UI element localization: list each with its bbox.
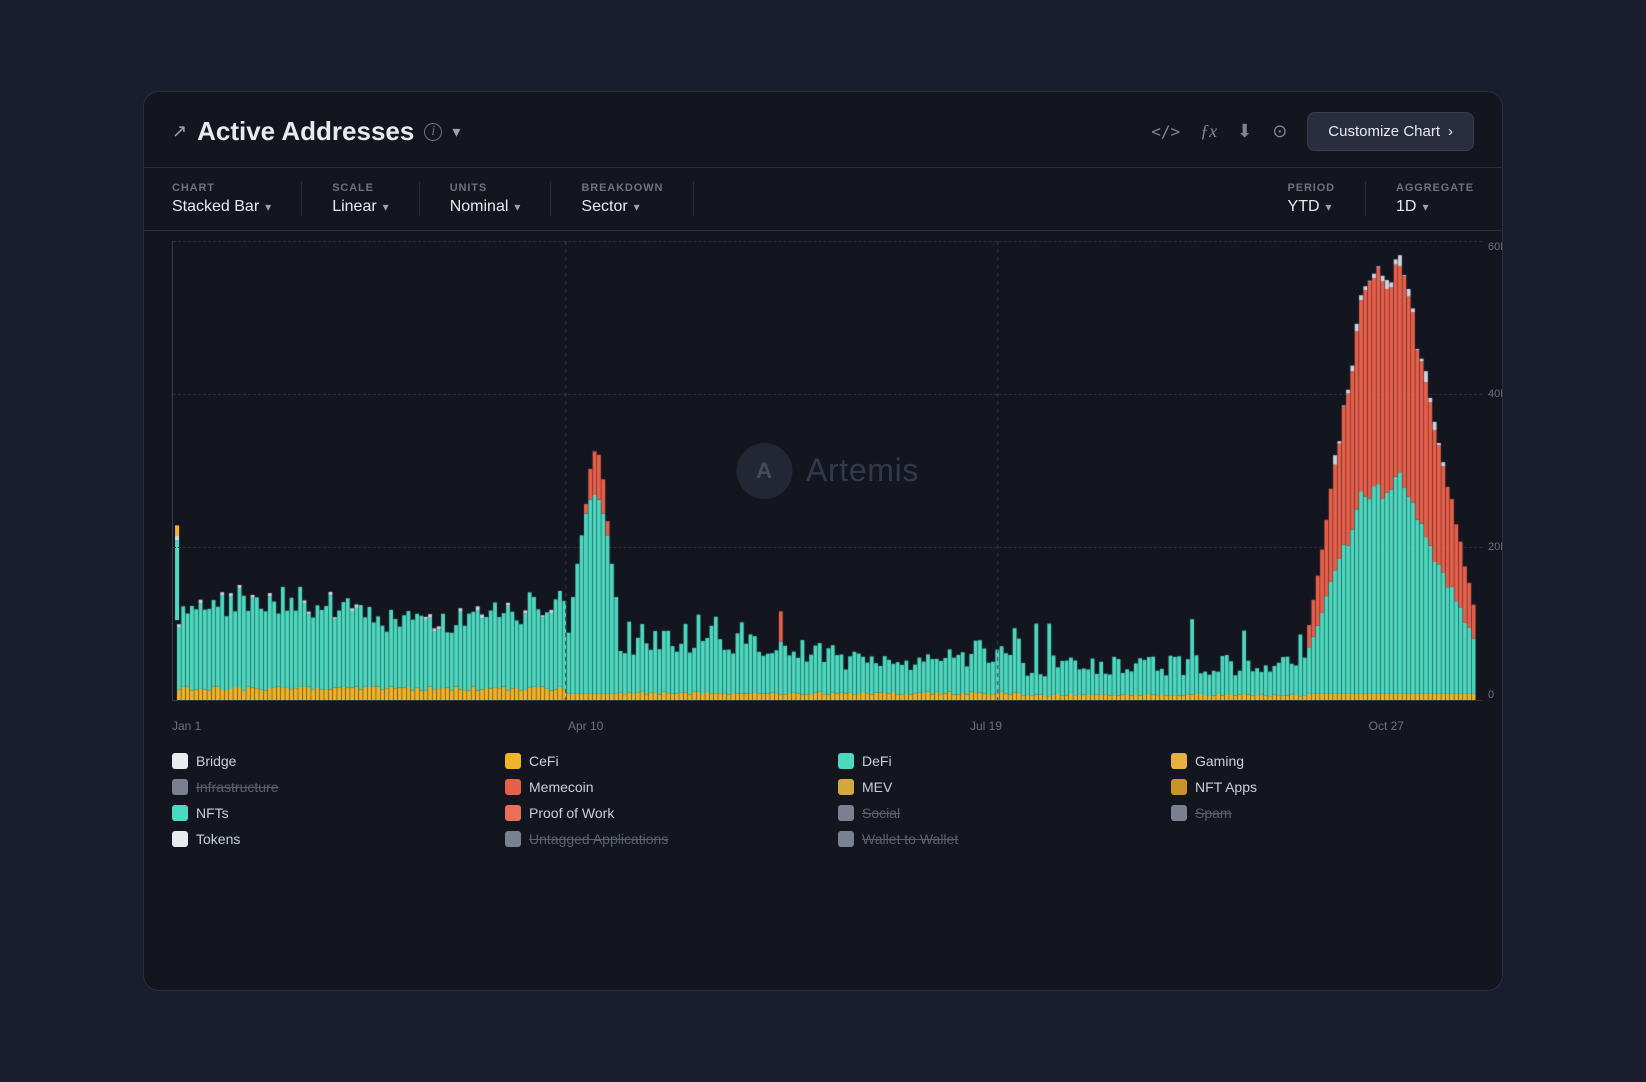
legend-label: Gaming (1195, 753, 1244, 769)
legend-label: CeFi (529, 753, 559, 769)
legend-swatch (1171, 779, 1187, 795)
legend-item: Proof of Work (505, 805, 808, 821)
aggregate-value[interactable]: 1D ▾ (1396, 198, 1474, 216)
aggregate-caret-icon: ▾ (1422, 200, 1428, 214)
legend-swatch (505, 805, 521, 821)
legend-swatch (838, 805, 854, 821)
chart-area: A Artemis 60K 40K 20K 0 (172, 241, 1482, 701)
scale-caret-icon: ▾ (383, 200, 389, 214)
legend-label: DeFi (862, 753, 892, 769)
legend-item: Infrastructure (172, 779, 475, 795)
legend-label: Social (862, 805, 900, 821)
period-value[interactable]: YTD ▾ (1288, 198, 1335, 216)
legend-item: MEV (838, 779, 1141, 795)
y-label-40k: 40K (1482, 388, 1503, 400)
legend-item: Spam (1171, 805, 1474, 821)
chart-type-icon: ↗ (172, 121, 187, 142)
legend-swatch (1171, 805, 1187, 821)
y-label-60k: 60K (1482, 241, 1503, 253)
x-label-jan: Jan 1 (172, 719, 201, 733)
download-icon[interactable]: ⬇ (1237, 121, 1252, 142)
breakdown-label: BREAKDOWN (581, 182, 663, 194)
chart-canvas (173, 241, 1482, 700)
legend-swatch (838, 779, 854, 795)
legend-item: Wallet to Wallet (838, 831, 1141, 847)
header: ↗ Active Addresses i ▾ </> ƒx ⬇ ⊙ Custom… (144, 92, 1502, 168)
legend-label: Infrastructure (196, 779, 278, 795)
y-label-20k: 20K (1482, 541, 1503, 553)
chart-card: ↗ Active Addresses i ▾ </> ƒx ⬇ ⊙ Custom… (143, 91, 1503, 991)
legend-label: NFTs (196, 805, 229, 821)
legend-item: Memecoin (505, 779, 808, 795)
period-label: PERIOD (1288, 182, 1335, 194)
chart-caret-icon: ▾ (265, 200, 271, 214)
code-icon[interactable]: </> (1151, 122, 1180, 141)
chart-label: CHART (172, 182, 271, 194)
legend-item: DeFi (838, 753, 1141, 769)
controls-bar: CHART Stacked Bar ▾ SCALE Linear ▾ UNITS… (144, 168, 1502, 231)
period-control: PERIOD YTD ▾ (1288, 182, 1366, 216)
legend-swatch (172, 753, 188, 769)
legend-item: NFT Apps (1171, 779, 1474, 795)
legend-item: Social (838, 805, 1141, 821)
chart-control: CHART Stacked Bar ▾ (172, 182, 302, 216)
grid-line-0 (173, 700, 1482, 701)
formula-icon[interactable]: ƒx (1200, 121, 1217, 142)
legend-label: MEV (862, 779, 892, 795)
title-group: ↗ Active Addresses i ▾ (172, 116, 460, 147)
breakdown-control: BREAKDOWN Sector ▾ (581, 182, 694, 216)
legend-label: Spam (1195, 805, 1232, 821)
breakdown-caret-icon: ▾ (634, 200, 640, 214)
camera-icon[interactable]: ⊙ (1272, 121, 1287, 142)
legend-swatch (1171, 753, 1187, 769)
chart-container: A Artemis (172, 241, 1482, 701)
period-caret-icon: ▾ (1326, 200, 1332, 214)
legend-item: Tokens (172, 831, 475, 847)
legend-swatch (505, 779, 521, 795)
units-caret-icon: ▾ (514, 200, 520, 214)
scale-control: SCALE Linear ▾ (332, 182, 420, 216)
legend-label: Untagged Applications (529, 831, 668, 847)
customize-chart-button[interactable]: Customize Chart › (1307, 112, 1474, 151)
chart-value[interactable]: Stacked Bar ▾ (172, 198, 271, 216)
legend-swatch (172, 831, 188, 847)
legend-swatch (505, 831, 521, 847)
x-axis: Jan 1 Apr 10 Jul 19 Oct 27 (144, 711, 1432, 733)
breakdown-value[interactable]: Sector ▾ (581, 198, 663, 216)
legend-item: CeFi (505, 753, 808, 769)
y-label-0: 0 (1482, 689, 1494, 701)
legend-label: Wallet to Wallet (862, 831, 958, 847)
legend-label: Memecoin (529, 779, 594, 795)
legend-item: NFTs (172, 805, 475, 821)
aggregate-control: AGGREGATE 1D ▾ (1396, 182, 1474, 216)
scale-label: SCALE (332, 182, 389, 194)
legend-label: Bridge (196, 753, 236, 769)
legend-item: Bridge (172, 753, 475, 769)
x-label-apr: Apr 10 (568, 719, 603, 733)
title-chevron-icon[interactable]: ▾ (452, 122, 460, 142)
scale-value[interactable]: Linear ▾ (332, 198, 389, 216)
units-control: UNITS Nominal ▾ (450, 182, 552, 216)
x-label-oct: Oct 27 (1369, 719, 1404, 733)
legend-swatch (838, 753, 854, 769)
legend-swatch (172, 805, 188, 821)
legend-label: NFT Apps (1195, 779, 1257, 795)
info-icon[interactable]: i (424, 123, 442, 141)
legend-label: Proof of Work (529, 805, 614, 821)
aggregate-label: AGGREGATE (1396, 182, 1474, 194)
legend-label: Tokens (196, 831, 240, 847)
x-label-jul: Jul 19 (970, 719, 1002, 733)
header-actions: </> ƒx ⬇ ⊙ Customize Chart › (1151, 112, 1474, 151)
legend-swatch (505, 753, 521, 769)
legend-item: Gaming (1171, 753, 1474, 769)
units-value[interactable]: Nominal ▾ (450, 198, 521, 216)
page-title: Active Addresses (197, 116, 414, 147)
y-axis: 60K 40K 20K 0 (1482, 241, 1503, 701)
units-label: UNITS (450, 182, 521, 194)
legend-swatch (838, 831, 854, 847)
legend-item: Untagged Applications (505, 831, 808, 847)
legend: Bridge CeFi DeFi Gaming Infrastructure Memeco… (144, 733, 1502, 871)
legend-swatch (172, 779, 188, 795)
